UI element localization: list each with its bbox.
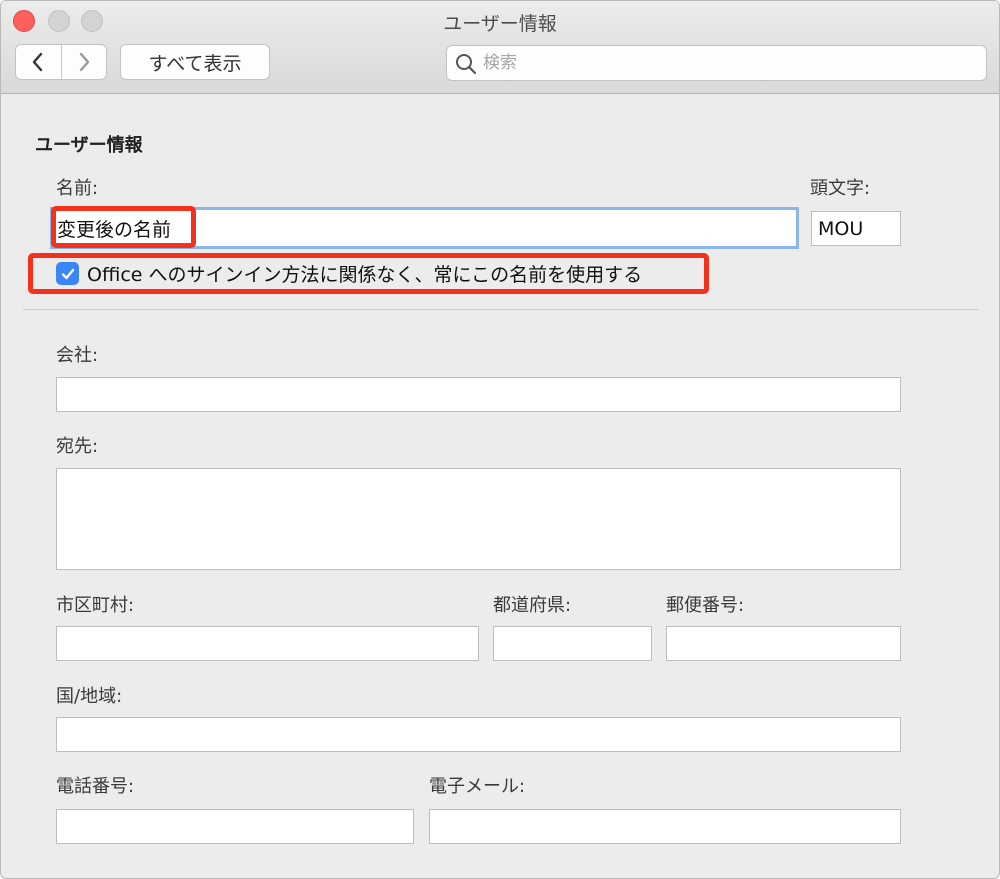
- initials-field[interactable]: [811, 211, 901, 246]
- checkmark-icon: [61, 268, 74, 279]
- initials-label: 頭文字:: [810, 178, 871, 199]
- search-icon: [456, 54, 477, 75]
- always-use-name-checkbox[interactable]: [56, 262, 79, 285]
- section-divider: [23, 309, 979, 310]
- phone-label: 電話番号:: [56, 776, 135, 797]
- show-all-button[interactable]: すべて表示: [120, 44, 270, 80]
- window-title: ユーザー情報: [443, 13, 557, 35]
- chevron-left-icon: [33, 52, 43, 72]
- preferences-window: ユーザー情報 すべて表示 ユーザー情報 名前: 頭文字:: [0, 0, 1000, 879]
- forward-button[interactable]: [60, 45, 107, 79]
- country-field[interactable]: [56, 717, 901, 752]
- city-field[interactable]: [56, 626, 479, 661]
- back-forward-group: [15, 44, 107, 80]
- section-title: ユーザー情報: [35, 135, 143, 156]
- chevron-right-icon: [79, 52, 89, 72]
- email-label: 電子メール:: [429, 776, 526, 797]
- prefecture-field[interactable]: [493, 626, 652, 661]
- company-label: 会社:: [56, 345, 99, 366]
- country-label: 国/地域:: [56, 686, 123, 707]
- phone-field[interactable]: [56, 809, 414, 844]
- search-input[interactable]: [483, 46, 973, 80]
- address-field[interactable]: [56, 468, 901, 570]
- company-field[interactable]: [56, 377, 901, 412]
- email-field[interactable]: [429, 809, 901, 844]
- postal-code-field[interactable]: [666, 626, 901, 661]
- name-label: 名前:: [56, 178, 99, 199]
- postal-code-label: 郵便番号:: [666, 595, 745, 616]
- back-button[interactable]: [16, 45, 61, 79]
- city-label: 市区町村:: [56, 595, 135, 616]
- prefecture-label: 都道府県:: [493, 595, 572, 616]
- titlebar: ユーザー情報 すべて表示: [1, 1, 999, 94]
- address-label: 宛先:: [56, 436, 99, 457]
- always-use-name-label[interactable]: Office へのサインイン方法に関係なく、常にこの名前を使用する: [87, 260, 642, 287]
- name-field[interactable]: [50, 207, 799, 249]
- search-field[interactable]: [446, 45, 987, 81]
